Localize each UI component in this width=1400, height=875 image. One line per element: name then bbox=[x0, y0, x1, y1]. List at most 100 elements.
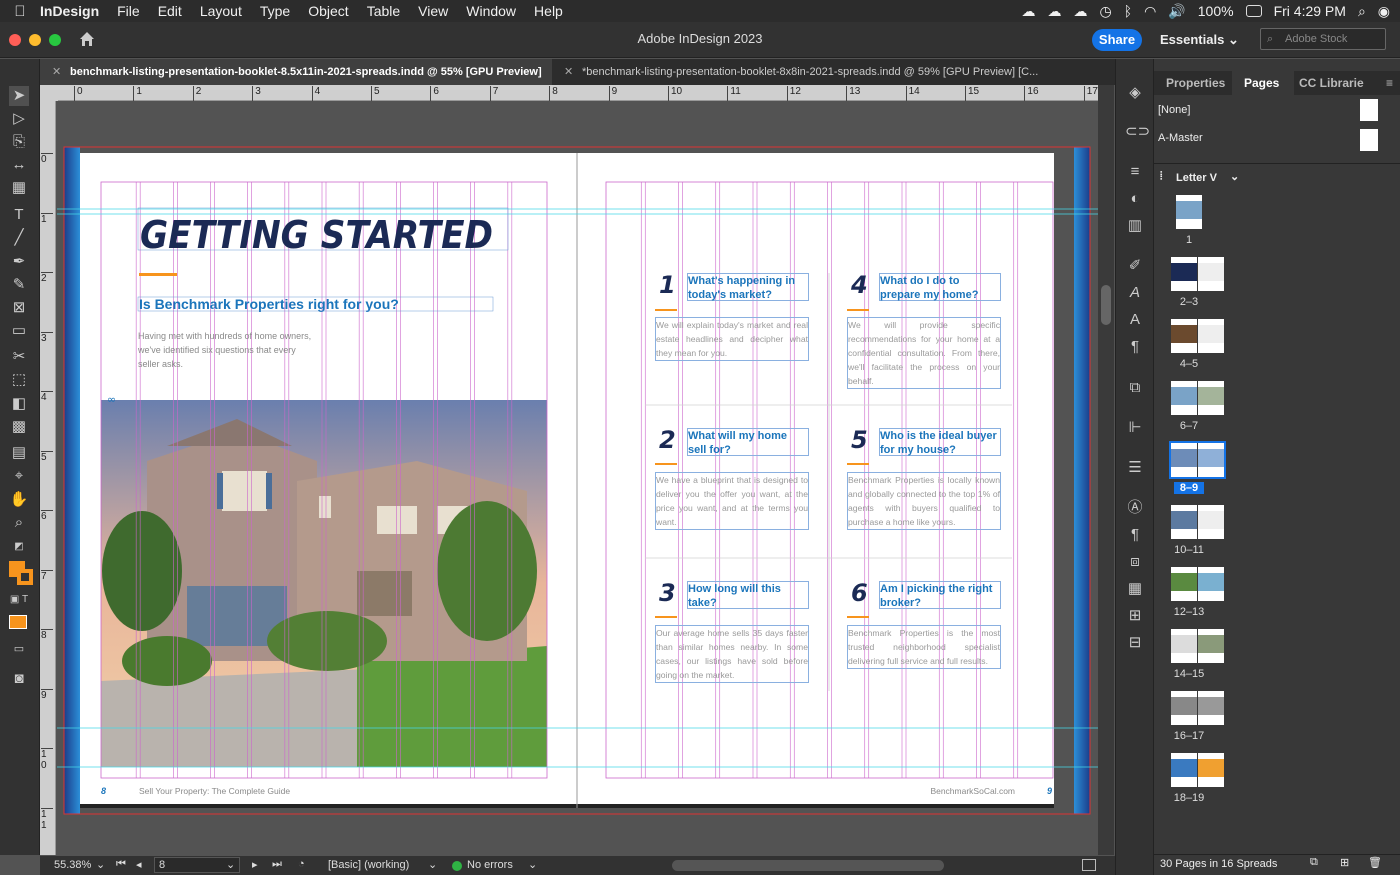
page-label[interactable]: 14–15 bbox=[1159, 668, 1219, 680]
vertical-scrollbar[interactable] bbox=[1098, 85, 1114, 855]
page-thumb[interactable] bbox=[1171, 629, 1197, 663]
stroke-icon[interactable]: ≡ bbox=[1125, 163, 1145, 181]
rectangle-tool-icon[interactable]: ▭ bbox=[9, 321, 29, 341]
formatting-container-icon[interactable]: ▣ T bbox=[9, 590, 29, 610]
page-thumb[interactable] bbox=[1198, 381, 1224, 415]
bluetooth-icon[interactable]: ᛒ bbox=[1124, 3, 1132, 19]
direct-selection-tool-icon[interactable]: ▷ bbox=[9, 109, 29, 129]
page-label[interactable]: 2–3 bbox=[1159, 296, 1219, 308]
cloud-icon[interactable]: ☁ bbox=[1047, 3, 1061, 20]
master-a-thumb[interactable] bbox=[1360, 129, 1378, 151]
scroll-thumb[interactable] bbox=[1101, 285, 1111, 325]
apply-color-icon[interactable] bbox=[9, 612, 29, 632]
table-icon[interactable]: ▦ bbox=[1125, 580, 1145, 598]
next-page-icon[interactable]: ▸ bbox=[252, 858, 258, 871]
menu-app-name[interactable]: InDesign bbox=[40, 3, 99, 19]
page-label[interactable]: 6–7 bbox=[1159, 420, 1219, 432]
menu-file[interactable]: File bbox=[117, 3, 140, 19]
subheading[interactable]: Is Benchmark Properties right for you? bbox=[139, 296, 399, 312]
clock[interactable]: Fri 4:29 PM bbox=[1274, 3, 1346, 19]
paragraph-styles-icon[interactable]: ✐ bbox=[1125, 257, 1145, 275]
spread-thumbnail[interactable] bbox=[1171, 629, 1224, 663]
chevron-down-icon[interactable]: ⌄ bbox=[1230, 170, 1239, 183]
heading-getting-started[interactable]: GETTING STARTED bbox=[140, 213, 493, 257]
default-colors-icon[interactable]: ◩ ⇄ bbox=[9, 537, 29, 572]
align-icon[interactable]: ⊩ bbox=[1125, 419, 1145, 437]
page-thumb[interactable] bbox=[1198, 505, 1224, 539]
links-icon[interactable]: ⊂⊃ bbox=[1125, 123, 1150, 141]
page-thumb[interactable] bbox=[1198, 443, 1224, 477]
spread-thumbnail[interactable] bbox=[1171, 567, 1224, 601]
document-canvas[interactable]: ∞ GETTING STARTED Is Benchmark Propertie… bbox=[57, 101, 1098, 855]
page-label[interactable]: 4–5 bbox=[1159, 358, 1219, 370]
page-thumb[interactable] bbox=[1171, 505, 1197, 539]
last-page-icon[interactable]: ⏭ bbox=[272, 858, 282, 871]
preflight-profile[interactable]: [Basic] (working) bbox=[328, 859, 409, 871]
spread-thumbnail[interactable] bbox=[1171, 505, 1224, 539]
battery-icon[interactable] bbox=[1245, 5, 1262, 17]
zoom-tool-icon[interactable]: ⌕ bbox=[9, 513, 29, 533]
scissors-tool-icon[interactable]: ✂ bbox=[9, 347, 29, 367]
open-document-icon[interactable]: ◔ bbox=[298, 858, 305, 870]
line-tool-icon[interactable]: ╱ bbox=[9, 228, 29, 248]
spread-thumbnail[interactable] bbox=[1169, 441, 1226, 479]
table-styles-icon[interactable]: ¶ bbox=[1125, 526, 1145, 544]
page-thumb[interactable] bbox=[1171, 381, 1197, 415]
page-label[interactable]: 1 bbox=[1159, 234, 1219, 246]
menu-edit[interactable]: Edit bbox=[158, 3, 182, 19]
tab-doc-1[interactable]: ✕ benchmark-listing-presentation-booklet-… bbox=[40, 59, 552, 85]
page-thumb[interactable] bbox=[1171, 691, 1197, 725]
page-label[interactable]: 18–19 bbox=[1159, 792, 1219, 804]
pathfinder-icon[interactable]: ⧉ bbox=[1125, 379, 1145, 397]
timer-icon[interactable]: ◷ bbox=[1099, 3, 1111, 20]
workspace-switcher[interactable]: Essentials ⌄ bbox=[1160, 32, 1239, 48]
wifi-icon[interactable]: ◠ bbox=[1144, 3, 1156, 20]
selection-tool-icon[interactable]: ➤ bbox=[9, 86, 29, 106]
edit-page-size-icon[interactable]: ⧉ bbox=[1310, 856, 1318, 869]
page-thumb[interactable] bbox=[1198, 319, 1224, 353]
stroke-swatch[interactable] bbox=[17, 569, 33, 585]
close-tab-icon[interactable]: ✕ bbox=[52, 59, 61, 85]
zoom-level[interactable]: 55.38% bbox=[54, 859, 91, 871]
page-thumb[interactable] bbox=[1198, 629, 1224, 663]
page-thumb[interactable] bbox=[1198, 567, 1224, 601]
character-styles-icon[interactable]: A bbox=[1125, 284, 1145, 302]
link-icon[interactable]: ∞ bbox=[107, 393, 116, 406]
object-styles-icon[interactable]: Ⓐ bbox=[1125, 499, 1145, 517]
horizontal-scroll-thumb[interactable] bbox=[672, 860, 944, 871]
preflight-errors[interactable]: No errors bbox=[467, 859, 513, 871]
spotlight-search-icon[interactable]: ⌕ bbox=[1358, 3, 1366, 20]
paragraph-icon[interactable]: ¶ bbox=[1125, 338, 1145, 356]
previous-page-icon[interactable]: ◂ bbox=[136, 858, 142, 871]
type-tool-icon[interactable]: T bbox=[9, 205, 29, 225]
tab-pages[interactable]: Pages bbox=[1232, 71, 1294, 95]
vertical-ruler[interactable]: 0 1 2 3 4 5 6 7 8 9 1 0 1 1 bbox=[40, 101, 56, 855]
swatches-icon[interactable]: ◐ bbox=[1125, 190, 1145, 208]
adobe-stock-search[interactable]: ⌕ Adobe Stock bbox=[1260, 28, 1386, 50]
spread-thumbnail[interactable] bbox=[1171, 753, 1224, 787]
house-photo[interactable] bbox=[101, 400, 547, 767]
menu-view[interactable]: View bbox=[418, 3, 448, 19]
apple-icon[interactable]:  bbox=[0, 3, 40, 20]
page-thumb[interactable] bbox=[1176, 195, 1202, 229]
pen-tool-icon[interactable]: ✒ bbox=[9, 252, 29, 272]
gap-tool-icon[interactable]: ↔ bbox=[9, 155, 29, 175]
fill-stroke-icon[interactable] bbox=[9, 561, 35, 587]
cloud-icon[interactable]: ☁ bbox=[1073, 3, 1087, 20]
page-thumb[interactable] bbox=[1171, 753, 1197, 787]
content-collector-icon[interactable]: ▦ bbox=[9, 178, 29, 198]
spread-thumbnail[interactable] bbox=[1171, 381, 1224, 415]
rectangle-frame-tool-icon[interactable]: ⊠ bbox=[9, 298, 29, 318]
page-thumb[interactable] bbox=[1198, 257, 1224, 291]
layers-icon[interactable]: ◈ bbox=[1125, 84, 1145, 102]
close-tab-icon[interactable]: ✕ bbox=[564, 59, 573, 85]
menu-object[interactable]: Object bbox=[308, 3, 348, 19]
chevron-down-icon[interactable]: ⌄ bbox=[428, 858, 437, 871]
page-thumb[interactable] bbox=[1171, 319, 1197, 353]
note-tool-icon[interactable]: ▤ bbox=[9, 443, 29, 463]
spread-thumbnail[interactable] bbox=[1171, 319, 1224, 353]
master-a[interactable]: A-Master bbox=[1158, 132, 1203, 144]
share-button[interactable]: Share bbox=[1092, 29, 1142, 51]
page-size-select[interactable]: Letter V bbox=[1176, 172, 1217, 184]
free-transform-tool-icon[interactable]: ⬚ bbox=[9, 370, 29, 390]
